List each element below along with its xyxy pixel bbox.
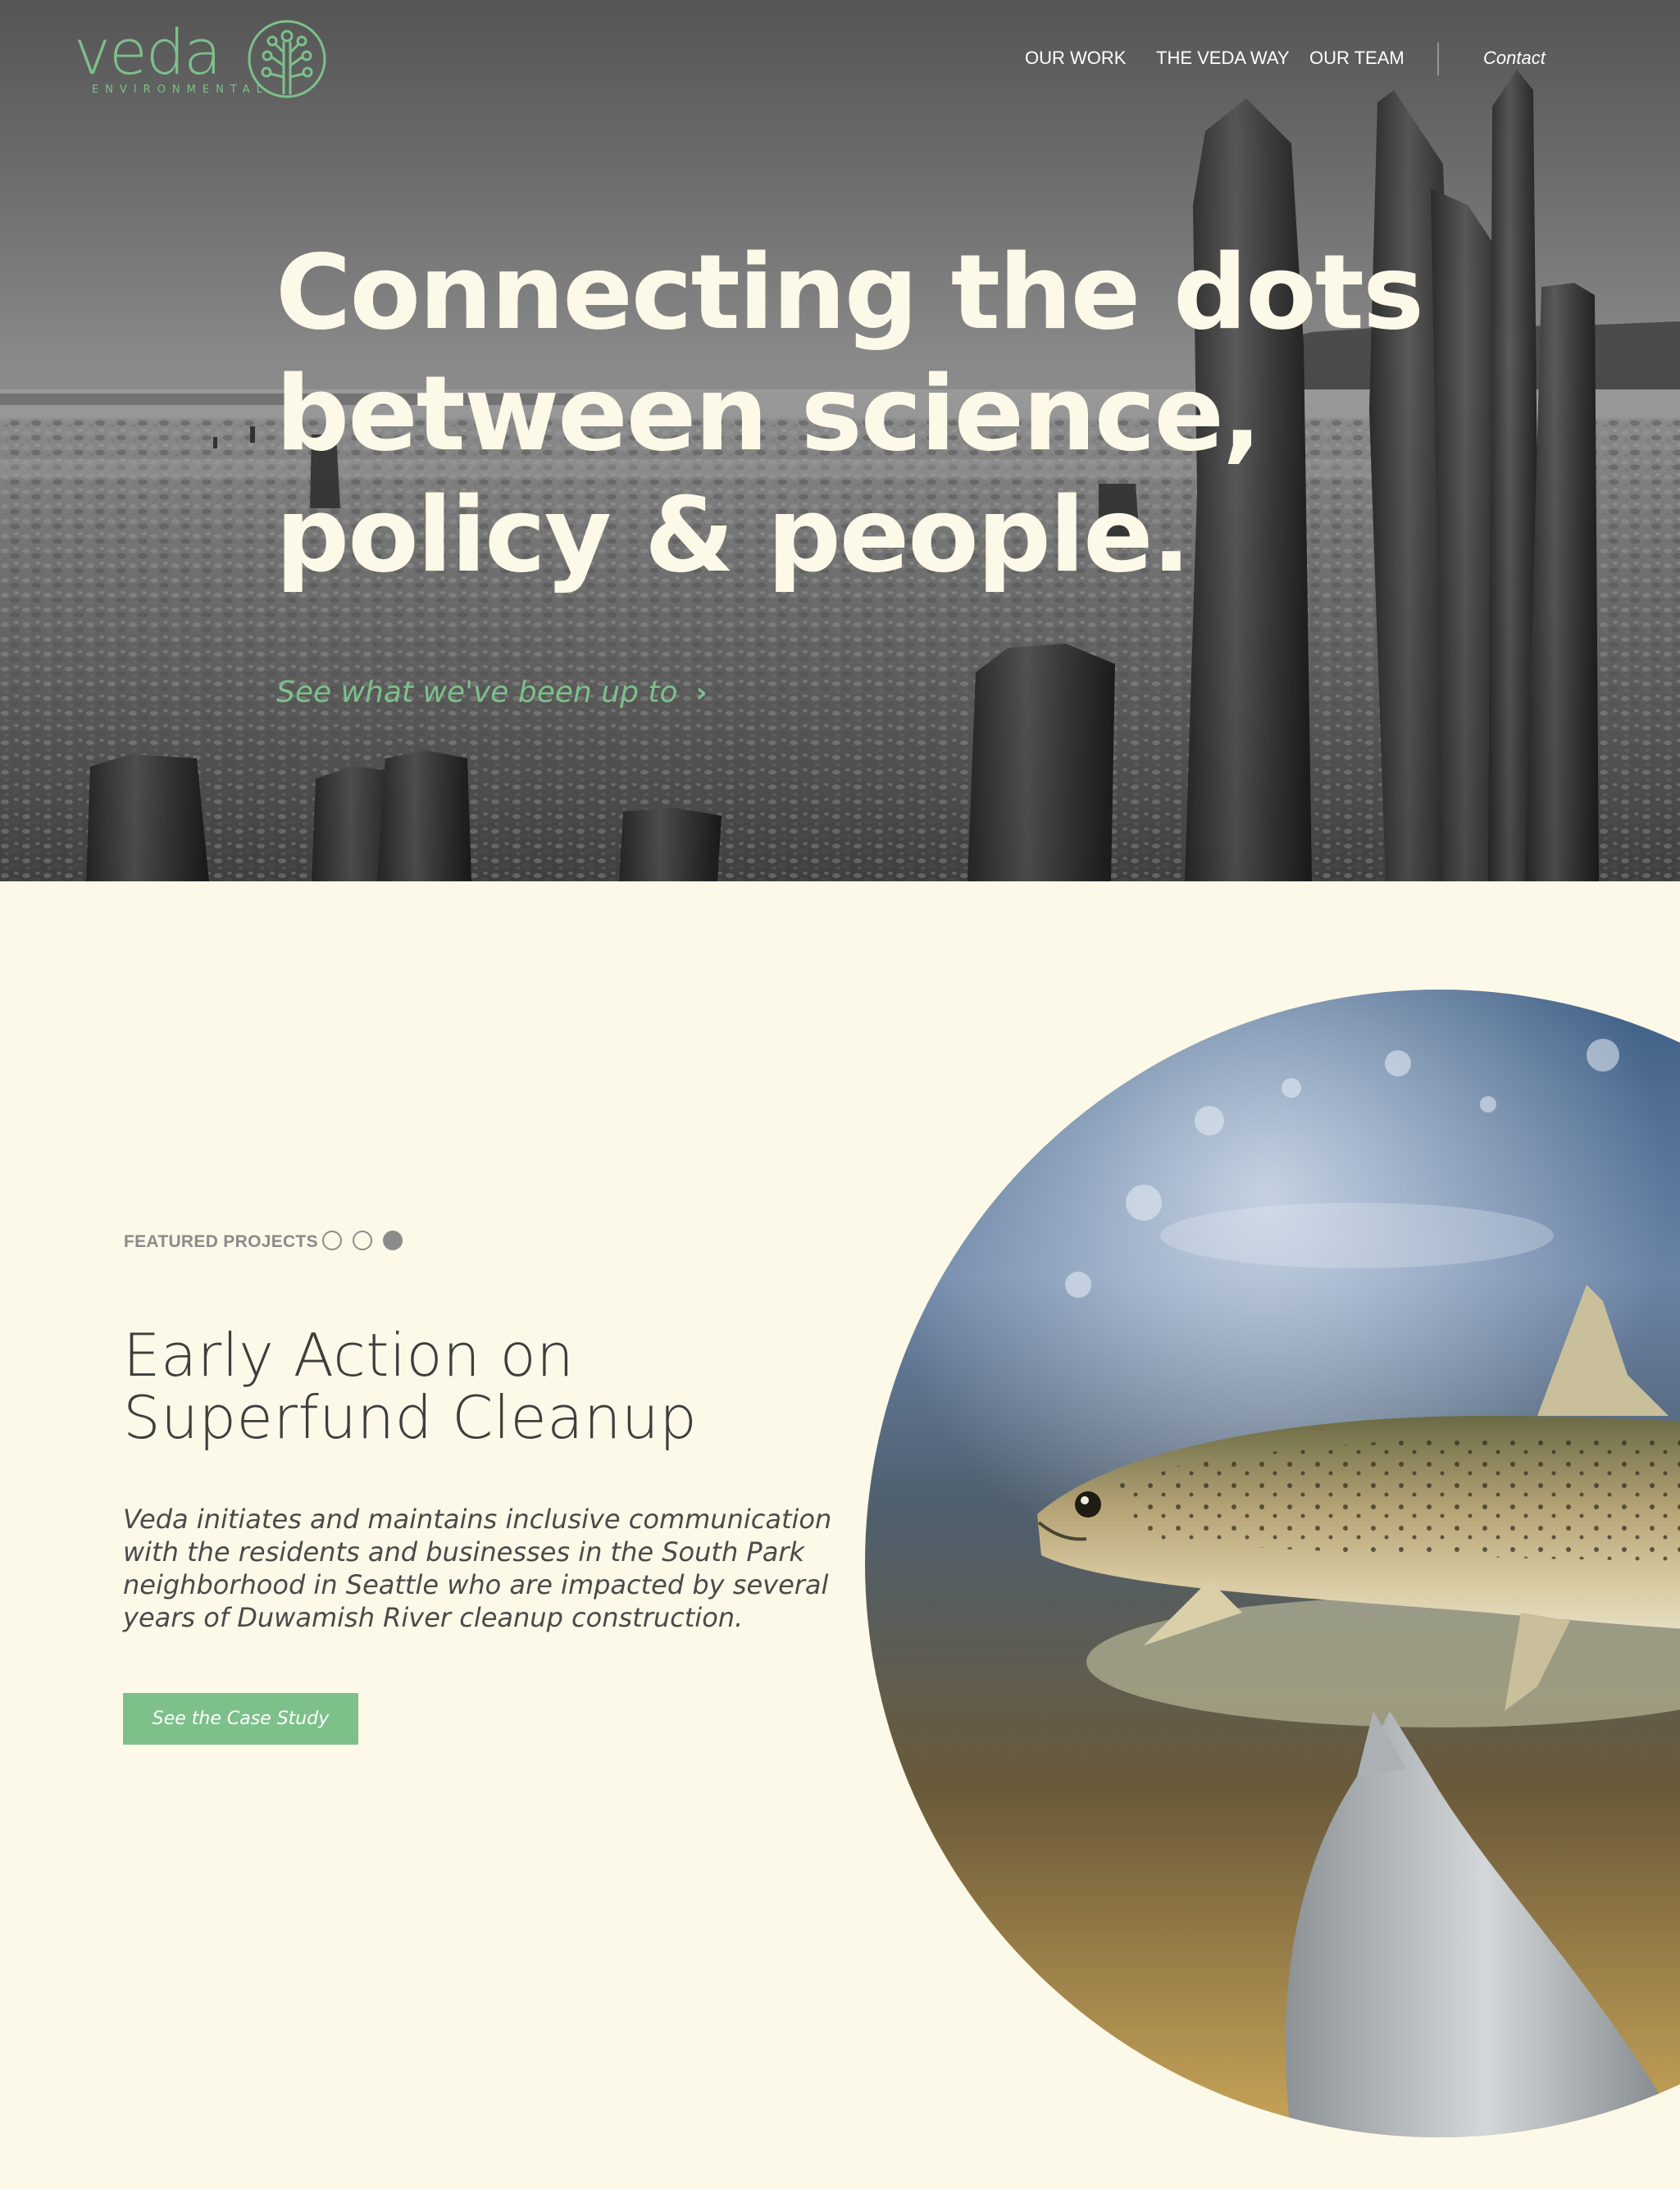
featured-projects-section: FEATURED PROJECTS Early Action on Superf…: [0, 881, 1680, 2189]
carousel-dot-1[interactable]: [322, 1231, 342, 1250]
hero-headline-line: between science,: [275, 353, 1262, 474]
project-description-line: Veda initiates and maintains inclusive c…: [123, 1504, 832, 1535]
nav-contact[interactable]: Contact: [1483, 48, 1546, 69]
nav-the-veda-way[interactable]: THE VEDA WAY: [1156, 48, 1290, 69]
project-description-line: years of Duwamish River cleanup construc…: [123, 1602, 744, 1633]
chevron-right-icon: ›: [695, 676, 708, 709]
carousel-dot-2[interactable]: [353, 1231, 372, 1250]
project-title: Early Action on Superfund Cleanup: [123, 1324, 697, 1449]
hero-headline-line: Connecting the dots: [275, 232, 1424, 353]
hero-headline: Connecting the dots between science, pol…: [275, 232, 1505, 596]
nav-divider: [1437, 43, 1439, 75]
hero-section: veda ENVIRONMENTAL OUR WORK THE VEDA WAY…: [0, 0, 1680, 881]
project-description: Veda initiates and maintains inclusive c…: [123, 1503, 832, 1634]
project-title-line: Superfund Cleanup: [123, 1383, 698, 1452]
see-work-link-label: See what we've been up to: [276, 676, 678, 709]
main-nav: OUR WORK THE VEDA WAY OUR TEAM Contact: [0, 43, 1680, 75]
salmon-illustration: [865, 990, 1680, 2137]
project-title-line: Early Action on: [123, 1321, 575, 1390]
carousel-dot-3[interactable]: [383, 1231, 403, 1250]
case-study-button[interactable]: See the Case Study: [123, 1693, 358, 1745]
see-work-link[interactable]: See what we've been up to ›: [276, 676, 708, 709]
featured-projects-label: FEATURED PROJECTS: [124, 1232, 318, 1251]
salmon-photo: [865, 990, 1680, 2137]
project-description-line: with the residents and businesses in the…: [123, 1536, 804, 1568]
nav-our-work[interactable]: OUR WORK: [1025, 48, 1126, 69]
hero-headline-line: policy & people.: [275, 475, 1191, 595]
project-description-line: neighborhood in Seattle who are impacted…: [123, 1569, 829, 1600]
logo-tagline: ENVIRONMENTAL: [92, 84, 269, 96]
nav-our-team[interactable]: OUR TEAM: [1309, 48, 1405, 69]
